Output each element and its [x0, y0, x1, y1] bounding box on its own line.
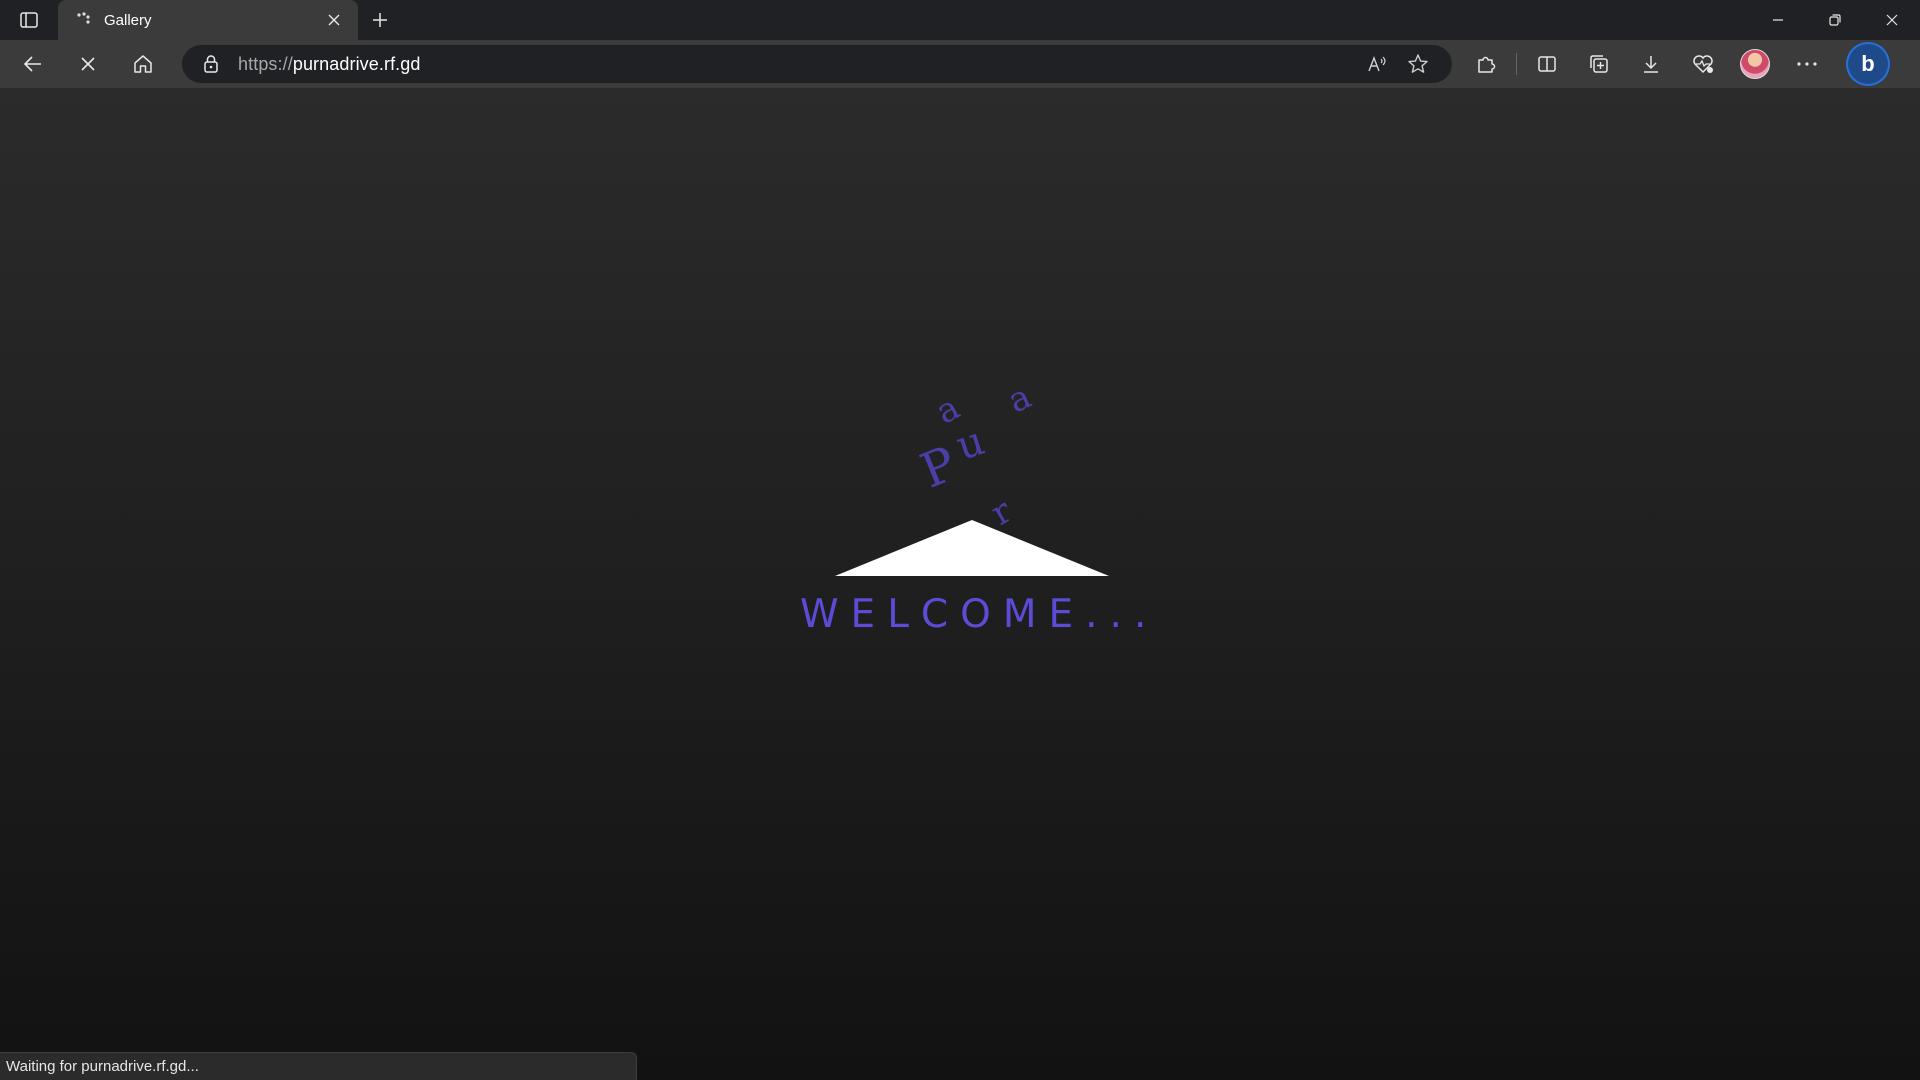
loader-letter-a2: a	[1002, 377, 1037, 422]
loader-graphic: P u a a r	[835, 377, 1109, 576]
window-controls	[1749, 0, 1920, 40]
browser-toolbar: https://purnadrive.rf.gd b	[0, 40, 1920, 88]
tab-gallery[interactable]: Gallery	[58, 0, 358, 40]
restore-icon	[1828, 14, 1841, 26]
star-icon	[1408, 54, 1428, 73]
home-icon	[134, 55, 152, 73]
read-aloud-icon	[1368, 56, 1386, 72]
profile-button[interactable]	[1729, 40, 1781, 88]
welcome-text: WELCOME...	[800, 592, 1159, 637]
address-bar-actions	[1358, 45, 1438, 83]
tab-title: Gallery	[104, 11, 152, 29]
toolbar-actions: b	[1460, 40, 1903, 88]
stop-button[interactable]	[66, 44, 110, 84]
lock-icon[interactable]	[200, 53, 222, 75]
copilot-button[interactable]: b	[1833, 40, 1903, 88]
tab-actions-button[interactable]	[0, 0, 58, 40]
more-icon	[1797, 62, 1817, 66]
plus-icon	[373, 13, 387, 27]
bing-icon: b	[1848, 44, 1888, 84]
split-screen-icon	[1538, 56, 1556, 72]
back-button[interactable]	[11, 44, 55, 84]
close-tab-button[interactable]	[322, 8, 346, 32]
status-bar: Waiting for purnadrive.rf.gd...	[0, 1052, 637, 1080]
split-screen-button[interactable]	[1521, 40, 1573, 88]
tab-strip: Gallery	[0, 0, 1920, 40]
downloads-button[interactable]	[1625, 40, 1677, 88]
loading-spinner-icon	[74, 10, 94, 30]
stop-icon	[81, 57, 95, 71]
new-tab-button[interactable]	[358, 0, 402, 40]
back-arrow-icon	[23, 56, 41, 72]
collections-icon	[1590, 55, 1608, 73]
white-triangle	[835, 520, 1109, 576]
avatar	[1740, 49, 1770, 79]
loader-letter-a1: a	[930, 388, 967, 433]
url-host: purnadrive.rf.gd	[292, 53, 421, 74]
browser-essentials-icon	[1693, 55, 1713, 74]
read-aloud-button[interactable]	[1358, 45, 1398, 83]
close-icon	[328, 14, 340, 26]
home-button[interactable]	[121, 44, 165, 84]
favorite-button[interactable]	[1398, 45, 1438, 83]
close-icon	[1886, 14, 1897, 26]
minimize-icon	[1772, 19, 1783, 21]
extensions-button[interactable]	[1460, 40, 1512, 88]
browser-essentials-button[interactable]	[1677, 40, 1729, 88]
close-window-button[interactable]	[1863, 0, 1920, 40]
tab-actions-icon	[20, 12, 38, 28]
minimize-button[interactable]	[1749, 0, 1806, 40]
url-text[interactable]: https://purnadrive.rf.gd	[238, 54, 421, 75]
address-bar[interactable]: https://purnadrive.rf.gd	[182, 45, 1452, 83]
url-protocol: https://	[238, 53, 293, 74]
puzzle-icon	[1478, 56, 1496, 73]
download-icon	[1644, 56, 1658, 73]
collections-button[interactable]	[1573, 40, 1625, 88]
toolbar-divider	[1516, 53, 1517, 75]
more-button[interactable]	[1781, 40, 1833, 88]
restore-button[interactable]	[1806, 0, 1863, 40]
